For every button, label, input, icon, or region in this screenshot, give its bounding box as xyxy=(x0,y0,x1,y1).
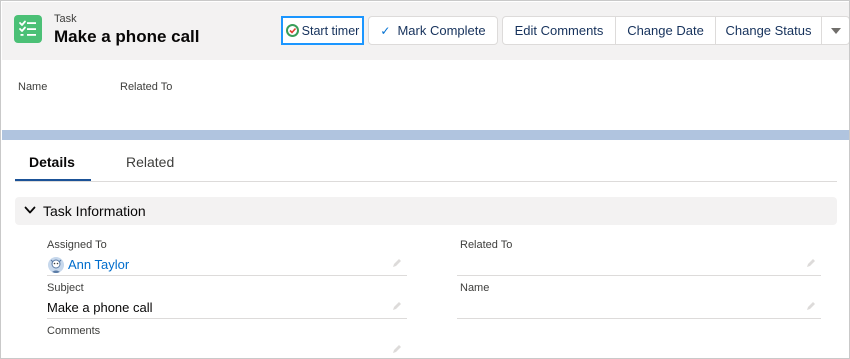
timer-icon xyxy=(285,24,299,37)
task-record-page: Task Make a phone call Start timer ✓ Mar… xyxy=(0,0,850,359)
tabs-divider xyxy=(15,181,837,182)
chevron-down-icon xyxy=(830,27,841,34)
record-header: Task Make a phone call Start timer ✓ Mar… xyxy=(2,2,849,132)
edit-pencil-icon[interactable] xyxy=(391,300,403,312)
mark-complete-button[interactable]: ✓ Mark Complete xyxy=(368,16,498,45)
section-header-task-information[interactable]: Task Information xyxy=(15,197,837,225)
highlight-related-to-label: Related To xyxy=(120,81,173,93)
task-checklist-icon xyxy=(14,15,42,43)
comments-label: Comments xyxy=(47,325,101,337)
chevron-down-icon xyxy=(24,206,36,214)
tab-details[interactable]: Details xyxy=(29,154,75,170)
action-button-group: Edit Comments Change Date Change Status xyxy=(502,16,849,45)
assigned-to-user-link[interactable]: Ann Taylor xyxy=(68,257,129,272)
edit-pencil-icon[interactable] xyxy=(805,257,817,269)
highlights-panel: Name Related To xyxy=(2,60,849,132)
highlight-name-label: Name xyxy=(18,81,48,93)
mark-complete-label: Mark Complete xyxy=(397,23,486,38)
field-divider xyxy=(47,318,407,319)
page-divider xyxy=(2,130,849,140)
field-divider xyxy=(457,275,821,276)
change-date-button[interactable]: Change Date xyxy=(615,16,716,45)
edit-pencil-icon[interactable] xyxy=(391,343,403,355)
edit-pencil-icon[interactable] xyxy=(391,257,403,269)
edit-comments-button[interactable]: Edit Comments xyxy=(502,16,616,45)
subject-label: Subject xyxy=(47,282,84,294)
change-status-button[interactable]: Change Status xyxy=(715,16,822,45)
start-timer-label: Start timer xyxy=(301,23,360,38)
avatar xyxy=(48,257,64,273)
page-title: Make a phone call xyxy=(54,27,200,46)
tab-related[interactable]: Related xyxy=(126,154,174,170)
checkmark-icon: ✓ xyxy=(380,23,391,38)
more-actions-button[interactable] xyxy=(821,16,849,45)
object-type-label: Task xyxy=(54,13,77,25)
details-card: Details Related Task Information Assigne… xyxy=(2,140,849,358)
field-divider xyxy=(457,318,821,319)
related-to-label: Related To xyxy=(460,239,513,251)
field-divider xyxy=(47,275,407,276)
name-label: Name xyxy=(460,282,490,294)
assigned-to-label: Assigned To xyxy=(47,239,107,251)
start-timer-button[interactable]: Start timer xyxy=(281,16,364,45)
section-title: Task Information xyxy=(43,203,146,219)
subject-value: Make a phone call xyxy=(47,300,153,315)
edit-pencil-icon[interactable] xyxy=(805,300,817,312)
